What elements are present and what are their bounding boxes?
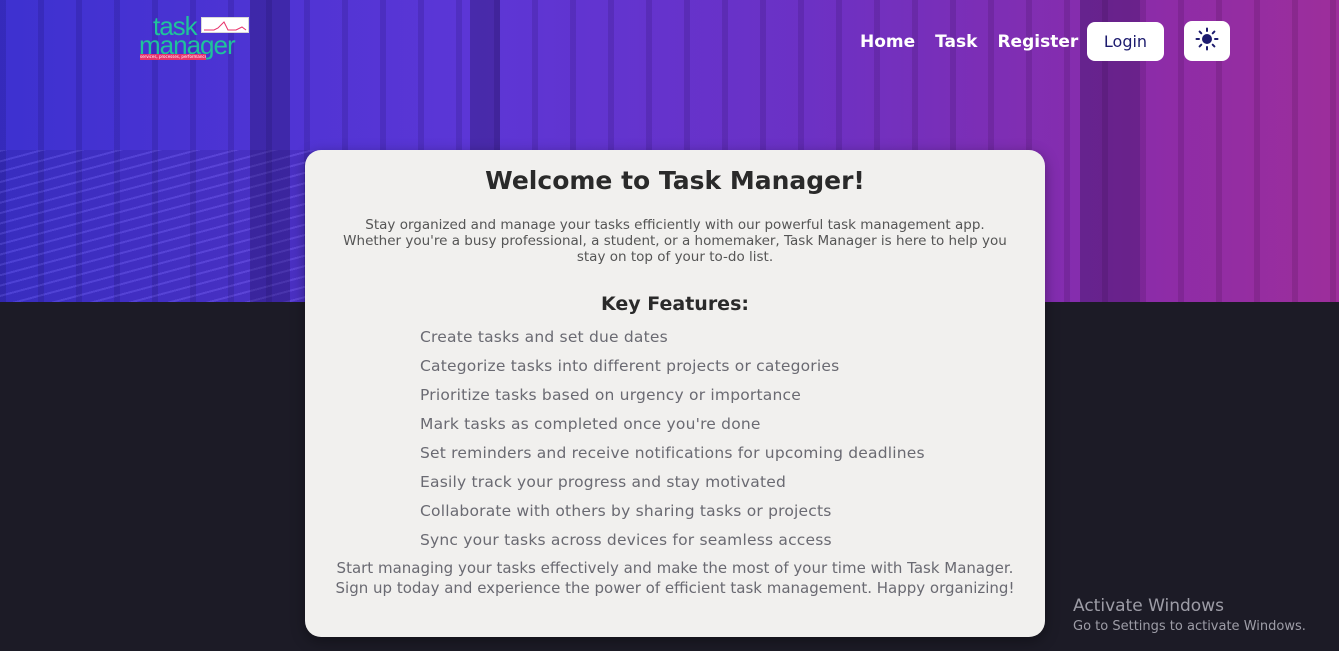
watermark-subtitle: Go to Settings to activate Windows. — [1073, 619, 1306, 634]
theme-toggle-button[interactable] — [1184, 21, 1230, 61]
app-logo[interactable]: task manager services, processes, perfor… — [139, 11, 251, 63]
feature-item: Create tasks and set due dates — [420, 328, 668, 346]
welcome-card: Welcome to Task Manager! Stay organized … — [305, 150, 1045, 637]
logo-tagline: services, processes, performance — [140, 54, 206, 60]
feature-item: Categorize tasks into different projects… — [420, 357, 840, 375]
login-button[interactable]: Login — [1087, 22, 1164, 61]
nav-home[interactable]: Home — [860, 32, 915, 52]
page-title: Welcome to Task Manager! — [485, 166, 865, 195]
intro-text: Stay organized and manage your tasks eff… — [343, 217, 1007, 265]
main-nav: Home Task Register — [860, 22, 1098, 62]
nav-task[interactable]: Task — [935, 32, 977, 52]
feature-item: Collaborate with others by sharing tasks… — [420, 502, 832, 520]
watermark-title: Activate Windows — [1073, 596, 1224, 616]
nav-register[interactable]: Register — [997, 32, 1078, 52]
hero-pillar — [250, 0, 290, 302]
features-heading: Key Features: — [601, 293, 749, 315]
feature-item: Set reminders and receive notifications … — [420, 444, 925, 462]
feature-item: Sync your tasks across devices for seaml… — [420, 531, 832, 549]
outro-text: Start managing your tasks effectively an… — [335, 559, 1015, 597]
activate-windows-watermark: Activate Windows Go to Settings to activ… — [1073, 596, 1306, 634]
features-list: Create tasks and set due dates Categoriz… — [420, 327, 925, 559]
feature-item: Mark tasks as completed once you're done — [420, 415, 761, 433]
feature-item: Easily track your progress and stay moti… — [420, 473, 786, 491]
feature-item: Prioritize tasks based on urgency or imp… — [420, 386, 801, 404]
sun-icon — [1195, 27, 1219, 55]
